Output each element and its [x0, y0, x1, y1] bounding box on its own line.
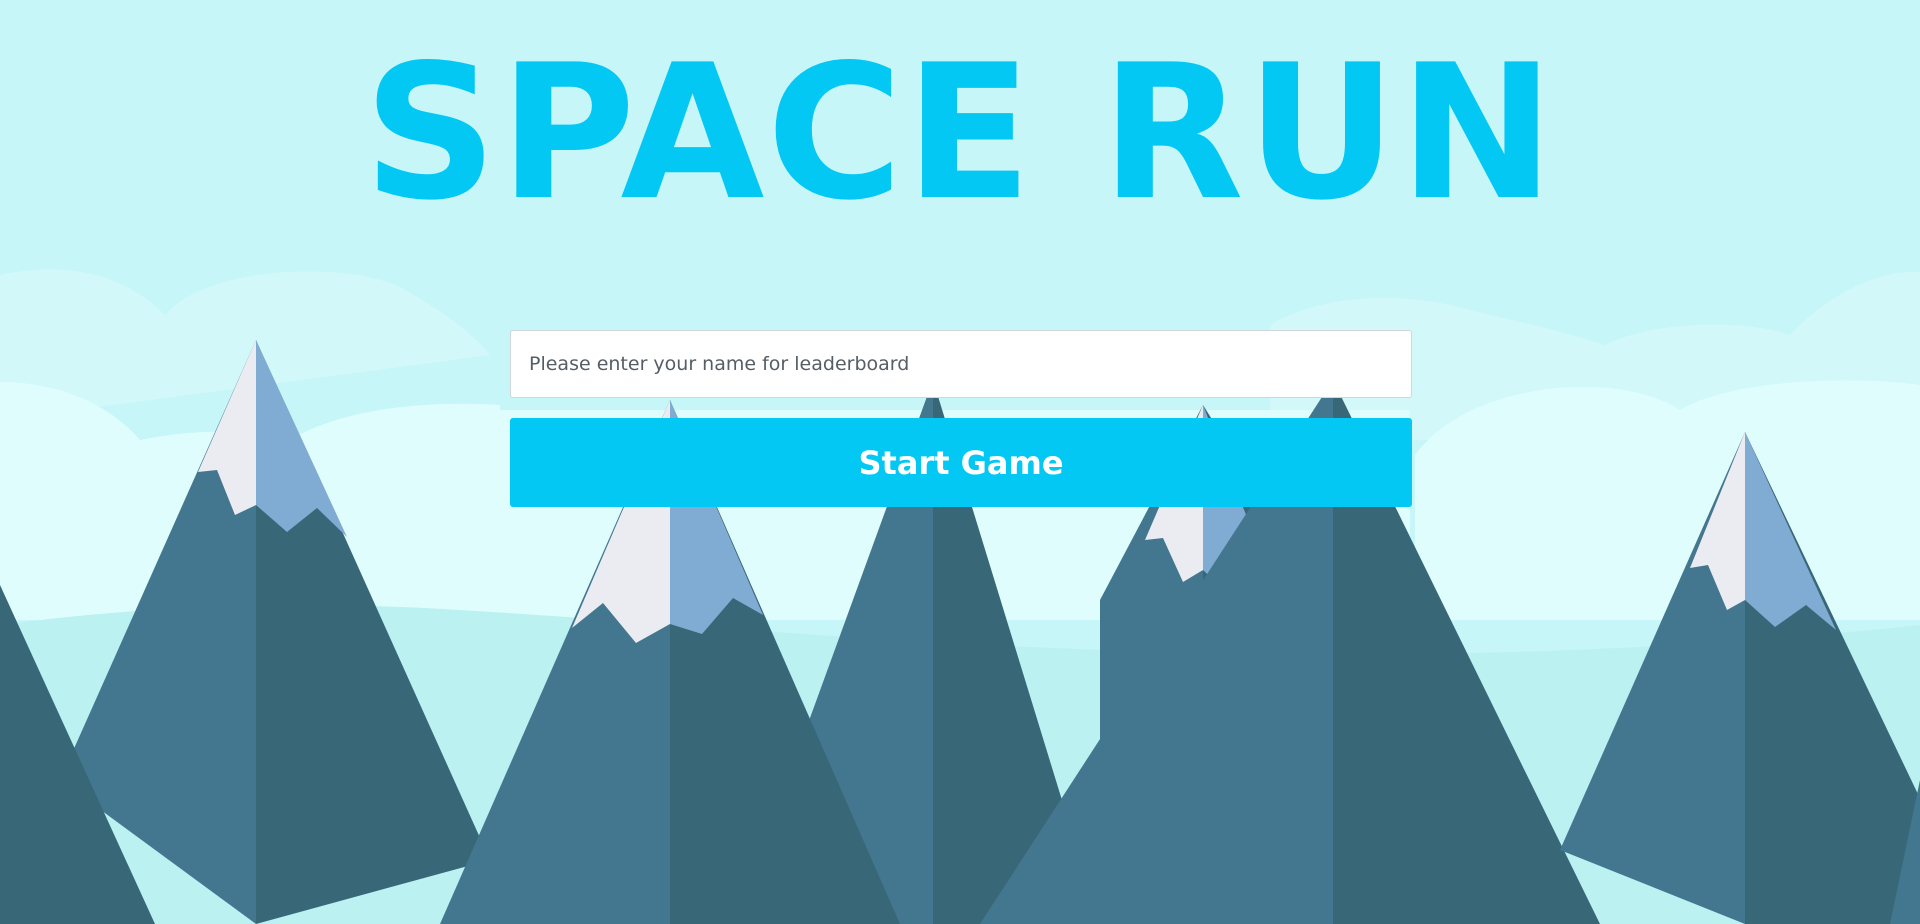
- player-name-input[interactable]: [510, 330, 1412, 398]
- game-title: SPACE RUN: [363, 24, 1557, 241]
- start-form: Start Game: [510, 330, 1412, 507]
- start-game-button[interactable]: Start Game: [510, 418, 1412, 507]
